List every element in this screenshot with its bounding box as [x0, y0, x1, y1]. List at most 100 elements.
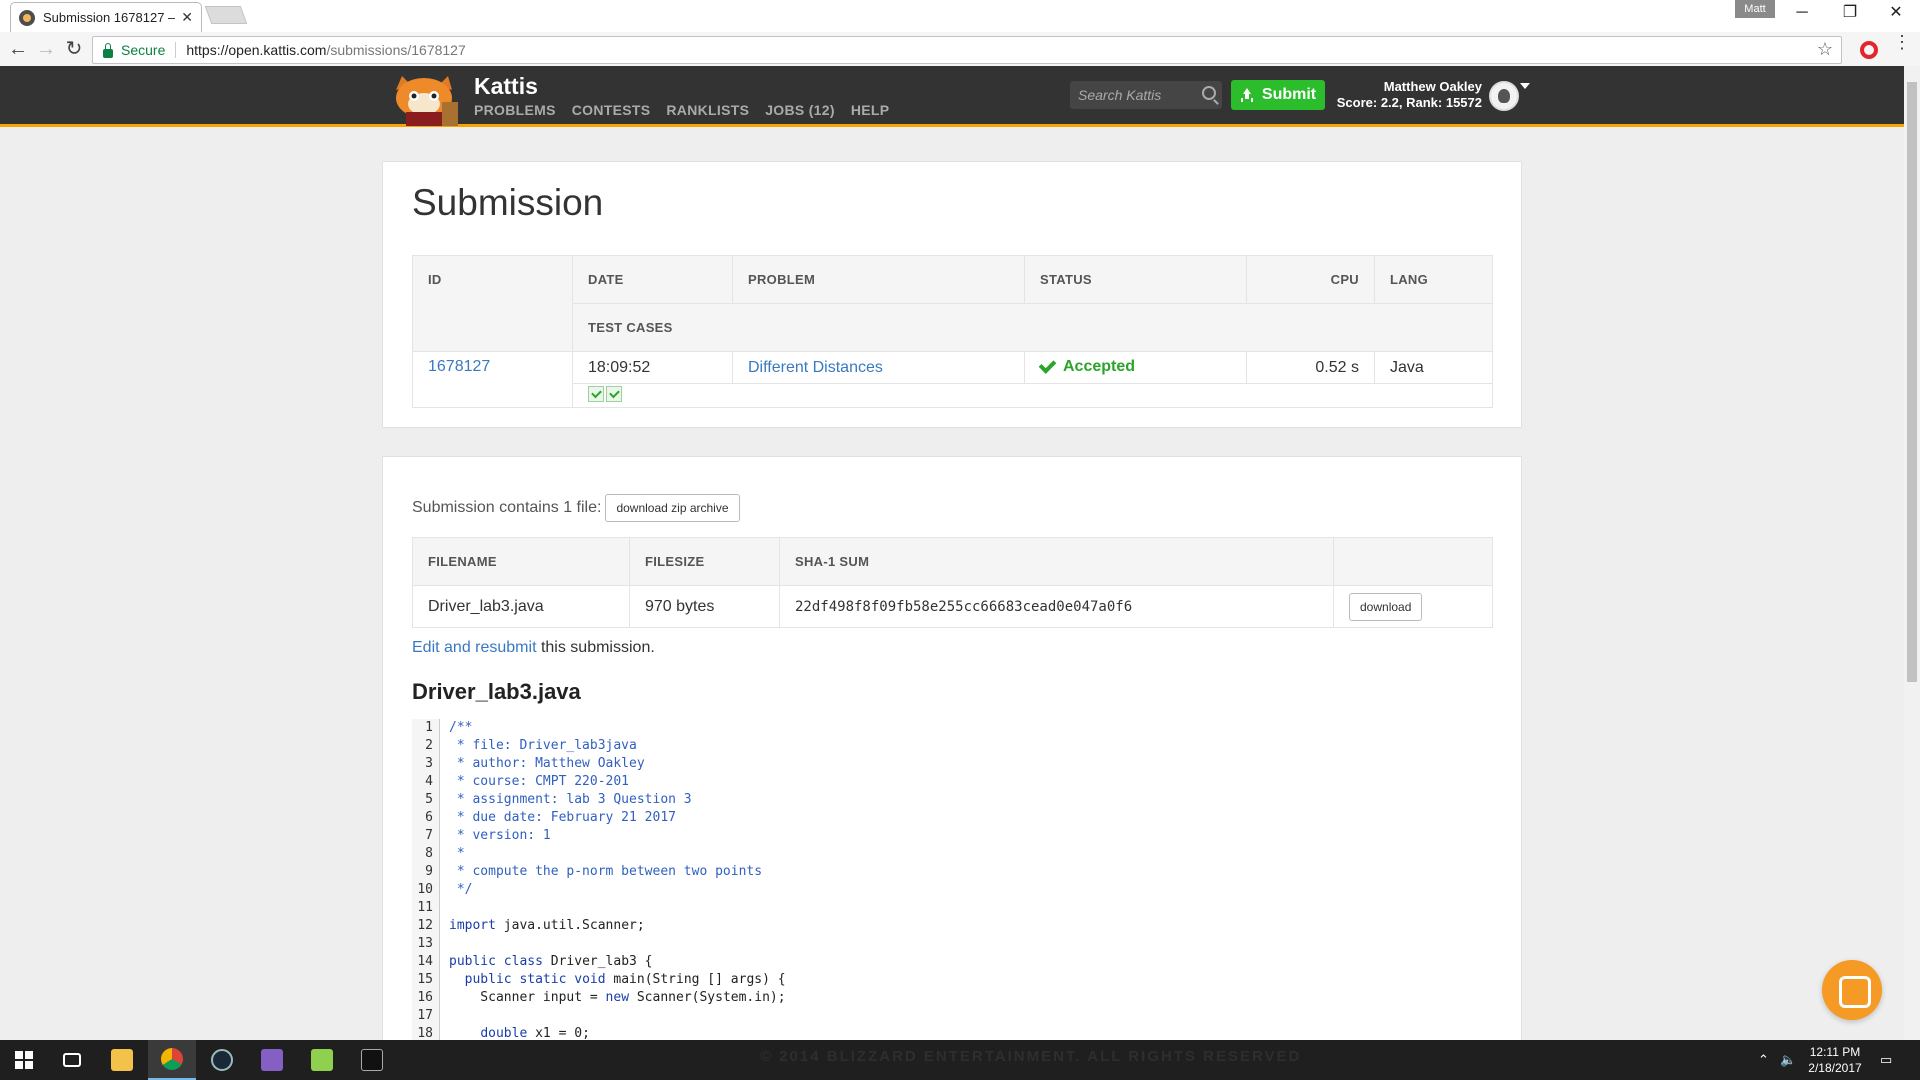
line-number: 1 — [412, 719, 440, 737]
close-window-icon[interactable]: ✕ — [1872, 0, 1920, 28]
tab-title: Submission 1678127 – K — [43, 10, 176, 25]
language: Java — [1374, 351, 1493, 384]
code-text: * — [449, 846, 465, 861]
download-zip-button[interactable]: download zip archive — [605, 494, 740, 522]
page-scrollbar[interactable] — [1904, 66, 1920, 1040]
nav-help[interactable]: HELP — [851, 102, 890, 118]
download-button[interactable]: download — [1349, 592, 1423, 621]
steam-icon[interactable] — [198, 1040, 246, 1080]
line-number: 8 — [412, 845, 440, 863]
avatar[interactable] — [1489, 81, 1519, 111]
wallpaper-watermark: © 2014 BLIZZARD ENTERTAINMENT. ALL RIGHT… — [760, 1048, 1302, 1065]
code-text: double x1 = 0; — [480, 1026, 590, 1040]
visual-studio-icon[interactable] — [248, 1040, 296, 1080]
page-content: Submission ID DATE PROBLEM STATUS CPU LA… — [0, 130, 1904, 1040]
col-sha1: SHA-1 SUM — [779, 537, 1334, 586]
user-menu-caret-icon[interactable] — [1520, 83, 1530, 89]
col-test-cases: TEST CASES — [572, 303, 1493, 352]
main-nav: PROBLEMS CONTESTS RANKLISTS JOBS (12) HE… — [474, 102, 889, 118]
line-number: 17 — [412, 1007, 440, 1025]
contains-text: Submission contains 1 file: — [412, 499, 602, 516]
bookmark-star-icon[interactable]: ☆ — [1817, 39, 1833, 60]
submit-button[interactable]: Submit — [1231, 80, 1325, 110]
code-text: * assignment: lab 3 Question 3 — [449, 792, 692, 807]
back-icon[interactable]: ← — [6, 38, 30, 62]
chrome-taskbar-icon[interactable] — [148, 1040, 196, 1080]
col-actions — [1333, 537, 1493, 586]
code-line: 2 * file: Driver_lab3java — [412, 737, 1493, 755]
code-text: * compute the p-norm between two points — [449, 864, 763, 879]
volume-icon[interactable]: 🔈 — [1780, 1052, 1796, 1068]
edit-resubmit-link[interactable]: Edit and resubmit — [412, 639, 537, 656]
code-line: 3 * author: Matthew Oakley — [412, 755, 1493, 773]
code-text: public class Driver_lab3 { — [449, 954, 653, 969]
tray-chevron-icon[interactable]: ⌃ — [1758, 1052, 1769, 1068]
secure-label: Secure — [121, 42, 166, 58]
user-info[interactable]: Matthew Oakley Score: 2.2, Rank: 15572 — [1334, 79, 1482, 111]
col-id: ID — [412, 255, 573, 352]
line-number: 9 — [412, 863, 440, 881]
browser-tab[interactable]: Submission 1678127 – K ✕ — [10, 2, 202, 32]
search-placeholder: Search Kattis — [1078, 87, 1162, 103]
code-text: * course: CMPT 220-201 — [449, 774, 630, 789]
brand-title[interactable]: Kattis — [474, 73, 538, 100]
files-table: FILENAME FILESIZE SHA-1 SUM Driver_lab3.… — [412, 537, 1493, 628]
user-name: Matthew Oakley — [1383, 79, 1482, 94]
notepad-icon[interactable] — [298, 1040, 346, 1080]
col-date: DATE — [572, 255, 733, 304]
windows-start-icon[interactable] — [0, 1040, 48, 1080]
submission-card: Submission ID DATE PROBLEM STATUS CPU LA… — [382, 161, 1522, 428]
file-name: Driver_lab3.java — [412, 585, 630, 628]
clock-date: 2/18/2017 — [1808, 1061, 1862, 1075]
code-line: 18 double x1 = 0; — [412, 1025, 1493, 1040]
browser-menu-icon[interactable]: ⋮ — [1893, 33, 1911, 51]
nav-jobs[interactable]: JOBS (12) — [765, 102, 835, 118]
url-path: /submissions/1678127 — [326, 42, 466, 58]
line-number: 6 — [412, 809, 440, 827]
status-text: Accepted — [1063, 358, 1136, 375]
new-tab-button[interactable] — [204, 6, 248, 24]
search-icon[interactable] — [1202, 86, 1216, 100]
system-clock[interactable]: 12:11 PM 2/18/2017 — [1800, 1044, 1870, 1076]
reload-icon[interactable]: ↻ — [62, 38, 86, 62]
chat-launcher-icon[interactable] — [1822, 960, 1882, 1020]
kattis-logo-icon[interactable] — [386, 72, 464, 126]
col-lang: LANG — [1374, 255, 1493, 304]
submission-date: 18:09:52 — [572, 351, 733, 384]
cpu-time: 0.52 s — [1246, 351, 1375, 384]
code-text: * version: 1 — [449, 828, 551, 843]
test-case-passed-icon[interactable] — [588, 386, 604, 402]
minimize-icon[interactable]: ─ — [1778, 0, 1826, 28]
submission-id-link[interactable]: 1678127 — [412, 351, 573, 408]
nav-problems[interactable]: PROBLEMS — [474, 102, 556, 118]
terminal-icon[interactable] — [348, 1040, 396, 1080]
search-input[interactable]: Search Kattis — [1070, 81, 1222, 109]
nav-contests[interactable]: CONTESTS — [572, 102, 651, 118]
code-line: 13 — [412, 935, 1493, 953]
profile-badge[interactable]: Matt — [1735, 0, 1775, 18]
test-case-passed-icon[interactable] — [606, 386, 622, 402]
user-stats: Score: 2.2, Rank: 15572 — [1336, 95, 1482, 110]
url-input[interactable]: Secure https://open.kattis.com/submissio… — [92, 36, 1842, 64]
code-text: public static void main(String [] args) … — [464, 972, 786, 987]
notifications-icon[interactable]: ▭ — [1880, 1052, 1892, 1068]
contains-line: Submission contains 1 file: download zip… — [412, 494, 740, 522]
code-line: 12 import java.util.Scanner; — [412, 917, 1493, 935]
code-line: 16 Scanner input = new Scanner(System.in… — [412, 989, 1493, 1007]
source-code-view: 1/** 2 * file: Driver_lab3java 3 * author:… — [412, 719, 1493, 1040]
tab-close-icon[interactable]: ✕ — [181, 9, 193, 26]
scrollbar-thumb[interactable] — [1907, 82, 1917, 682]
kattis-header: Kattis PROBLEMS CONTESTS RANKLISTS JOBS … — [0, 66, 1904, 127]
file-explorer-icon[interactable] — [98, 1040, 146, 1080]
restore-icon[interactable]: ❐ — [1826, 0, 1874, 28]
nav-ranklists[interactable]: RANKLISTS — [666, 102, 749, 118]
page-title: Submission — [412, 182, 604, 223]
opera-extension-icon[interactable] — [1860, 41, 1878, 59]
code-line: 6 * due date: February 21 2017 — [412, 809, 1493, 827]
line-number: 13 — [412, 935, 440, 953]
forward-icon[interactable]: → — [34, 38, 58, 62]
problem-link[interactable]: Different Distances — [732, 351, 1025, 384]
windows-taskbar: © 2014 BLIZZARD ENTERTAINMENT. ALL RIGHT… — [0, 1040, 1920, 1080]
code-text: * file: Driver_lab3java — [449, 738, 637, 753]
task-view-icon[interactable] — [48, 1040, 96, 1080]
